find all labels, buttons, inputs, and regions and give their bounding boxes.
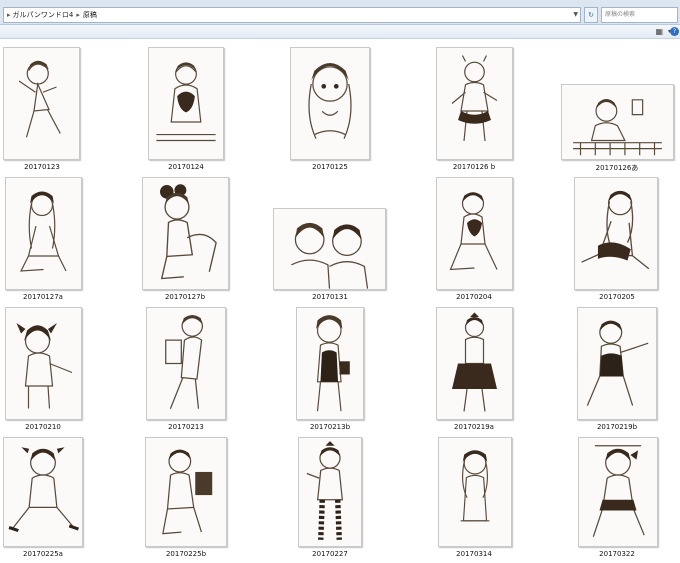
- file-thumbnail[interactable]: [3, 437, 83, 547]
- file-thumbnail[interactable]: [5, 177, 82, 290]
- sketch-figure-icon: [449, 192, 498, 271]
- file-name[interactable]: 20170219a: [419, 423, 529, 431]
- file-name[interactable]: 20170322: [562, 550, 672, 558]
- breadcrumb-arrow-icon[interactable]: ▸: [4, 11, 13, 19]
- refresh-icon[interactable]: ↻: [584, 7, 598, 23]
- file-thumbnail[interactable]: [436, 307, 513, 420]
- help-icon[interactable]: ?: [670, 27, 679, 36]
- file-name[interactable]: 20170205: [562, 293, 672, 301]
- file-name[interactable]: 20170225b: [131, 550, 241, 558]
- file-name[interactable]: 20170213: [131, 423, 241, 431]
- breadcrumb-separator-icon[interactable]: ▸: [73, 11, 83, 19]
- file-thumbnail[interactable]: [436, 177, 513, 290]
- file-thumbnail[interactable]: [438, 437, 512, 547]
- file-thumbnail[interactable]: [578, 437, 658, 547]
- file-name[interactable]: 20170225a: [0, 550, 98, 558]
- search-placeholder: 原稿の検索: [605, 11, 636, 18]
- file-thumbnail[interactable]: [142, 177, 229, 290]
- sketch-figure-icon: [451, 55, 498, 142]
- file-name[interactable]: 20170126 b: [419, 163, 529, 171]
- file-thumbnail[interactable]: [574, 177, 658, 290]
- file-name[interactable]: 20170314: [419, 550, 529, 558]
- search-input[interactable]: 原稿の検索: [601, 7, 678, 23]
- address-bar[interactable]: ▸ ガルパンワンドロ4 ▸ 原稿 ▼: [3, 7, 581, 23]
- breadcrumb-segment-2[interactable]: 原稿: [83, 11, 97, 19]
- file-thumbnail[interactable]: [436, 47, 513, 160]
- sketch-figure-icon: [18, 60, 61, 138]
- sketch-figure-icon: [452, 312, 497, 412]
- file-name[interactable]: 20170126あ: [562, 163, 672, 173]
- sketch-figure-icon: [162, 449, 213, 535]
- file-name[interactable]: 20170127a: [0, 293, 98, 301]
- file-thumbnail[interactable]: [273, 208, 386, 290]
- address-dropdown-icon[interactable]: ▼: [573, 8, 578, 22]
- file-name[interactable]: 20170124: [131, 163, 241, 171]
- file-thumbnail[interactable]: [298, 437, 362, 547]
- file-name[interactable]: 20170210: [0, 423, 98, 431]
- sketch-figure-icon: [316, 315, 350, 412]
- view-options-icon[interactable]: ▦: [655, 27, 663, 36]
- sketch-figure-icon: [586, 320, 649, 406]
- file-name[interactable]: 20170123: [0, 163, 97, 171]
- sketch-figure-icon: [160, 184, 217, 280]
- sketch-figure-icon: [308, 62, 352, 139]
- file-name[interactable]: 20170127b: [130, 293, 240, 301]
- breadcrumb-segment-1[interactable]: ガルパンワンドロ4: [13, 11, 74, 19]
- sketch-figure-icon: [460, 450, 490, 522]
- sketch-figure-icon: [16, 323, 73, 409]
- file-name[interactable]: 20170213b: [275, 423, 385, 431]
- file-thumbnail[interactable]: [296, 307, 364, 420]
- file-thumbnail[interactable]: [561, 84, 674, 160]
- file-thumbnail[interactable]: [145, 437, 227, 547]
- sketch-figure-icon: [8, 447, 79, 533]
- file-thumbnail[interactable]: [148, 47, 224, 160]
- sketch-figure-icon: [291, 222, 369, 289]
- command-toolbar: ▦ ▾ ?: [0, 25, 680, 39]
- sketch-figure-icon: [581, 190, 650, 270]
- sketch-figure-icon: [592, 445, 645, 537]
- sketch-figure-icon: [573, 99, 662, 156]
- file-name[interactable]: 20170204: [419, 293, 529, 301]
- file-thumbnail[interactable]: [146, 307, 226, 420]
- file-thumbnail[interactable]: [5, 307, 82, 420]
- sketch-figure-icon: [306, 441, 344, 540]
- sketch-figure-icon: [165, 315, 204, 409]
- file-name[interactable]: 20170125: [275, 163, 385, 171]
- file-thumbnail[interactable]: [577, 307, 657, 420]
- file-name[interactable]: 20170219b: [562, 423, 672, 431]
- file-name[interactable]: 20170227: [275, 550, 385, 558]
- file-thumbnail[interactable]: [3, 47, 80, 160]
- sketch-figure-icon: [19, 191, 67, 272]
- window-top-bar: ▸ ガルパンワンドロ4 ▸ 原稿 ▼ ↻ 原稿の検索: [0, 0, 680, 25]
- file-thumbnail[interactable]: [290, 47, 370, 160]
- sketch-figure-icon: [156, 62, 216, 142]
- file-name[interactable]: 20170131: [275, 293, 385, 301]
